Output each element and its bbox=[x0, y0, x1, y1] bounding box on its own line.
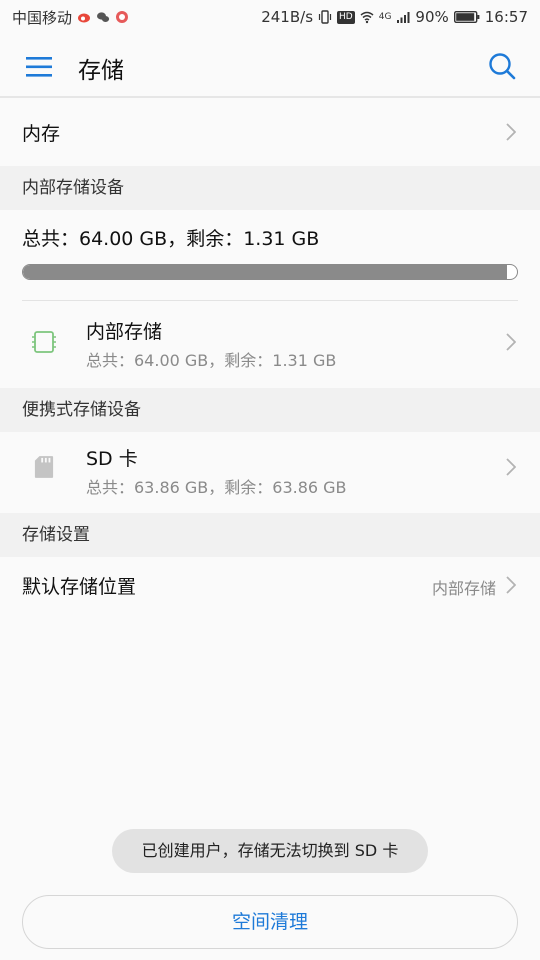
search-icon[interactable] bbox=[488, 52, 516, 80]
wifi-icon bbox=[360, 11, 374, 24]
clock: 16:57 bbox=[484, 8, 528, 26]
default-storage-location-label: 默认存储位置 bbox=[22, 576, 137, 598]
carrier-label: 中国移动 bbox=[12, 8, 73, 27]
vibrate-icon bbox=[318, 10, 332, 24]
storage-usage-fill bbox=[23, 265, 508, 279]
chevron-right-icon bbox=[506, 333, 516, 351]
chevron-right-icon bbox=[506, 576, 516, 594]
hd-badge: HD bbox=[337, 10, 355, 24]
sd-card-icon bbox=[34, 456, 54, 478]
menu-icon[interactable] bbox=[26, 56, 52, 78]
sd-card-detail: 总共：63.86 GB，剩余：63.86 GB bbox=[86, 478, 347, 497]
internal-storage-name: 内部存储 bbox=[86, 321, 163, 343]
chevron-right-icon bbox=[506, 458, 516, 476]
storage-usage-bar bbox=[22, 264, 518, 280]
status-right: 241B/s HD 4G 90% 16:57 bbox=[261, 8, 528, 26]
sd-card-item[interactable]: SD 卡 总共：63.86 GB，剩余：63.86 GB bbox=[0, 432, 540, 508]
network-speed: 241B/s bbox=[261, 8, 314, 26]
memory-row[interactable]: 内存 bbox=[0, 100, 540, 164]
space-clean-button[interactable]: 空间清理 bbox=[22, 895, 518, 949]
status-bar: 中国移动 241B/s HD 4G 90% 16:57 bbox=[0, 0, 540, 34]
network-type: 4G bbox=[378, 12, 392, 22]
wechat-icon bbox=[97, 12, 110, 22]
page-title: 存储 bbox=[78, 58, 124, 84]
internal-storage-detail: 总共：64.00 GB，剩余：1.31 GB bbox=[86, 351, 337, 370]
battery-icon bbox=[453, 11, 480, 23]
chevron-right-icon bbox=[506, 123, 516, 141]
internal-storage-item[interactable]: 内部存储 总共：64.00 GB，剩余：1.31 GB bbox=[0, 301, 540, 383]
internal-storage-section-header: 内部存储设备 bbox=[0, 166, 540, 210]
portable-storage-section-header: 便携式存储设备 bbox=[0, 388, 540, 432]
internal-storage-total-text: 总共：64.00 GB，剩余：1.31 GB bbox=[22, 228, 320, 250]
default-storage-location-row[interactable]: 默认存储位置 内部存储 bbox=[0, 557, 540, 615]
app-notification-icon bbox=[116, 11, 129, 23]
internal-storage-summary: 总共：64.00 GB，剩余：1.31 GB bbox=[0, 210, 540, 300]
signal-icon bbox=[397, 12, 410, 23]
sd-card-name: SD 卡 bbox=[86, 448, 138, 470]
memory-label: 内存 bbox=[22, 123, 61, 145]
weibo-icon bbox=[78, 13, 91, 23]
default-storage-location-value: 内部存储 bbox=[431, 579, 496, 598]
chip-icon bbox=[32, 331, 56, 353]
toast-message: 已创建用户，存储无法切换到 SD 卡 bbox=[112, 829, 428, 873]
status-left: 中国移动 bbox=[12, 7, 129, 28]
battery-percent: 90% bbox=[415, 8, 449, 26]
app-bar: 存储 bbox=[0, 34, 540, 98]
storage-settings-section-header: 存储设置 bbox=[0, 513, 540, 557]
